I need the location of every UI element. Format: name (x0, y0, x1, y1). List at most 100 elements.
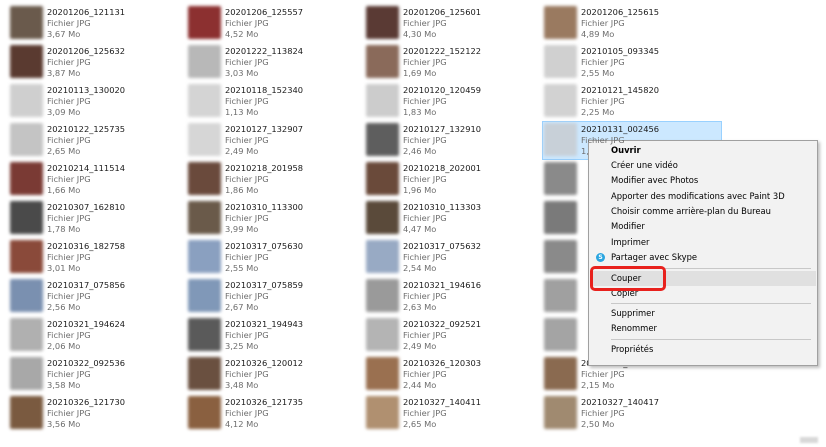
file-item[interactable]: 20210113_130020 Fichier JPG 3,09 Mo (8, 82, 186, 121)
file-item[interactable]: 20210326_120303 Fichier JPG 2,44 Mo (364, 355, 542, 394)
file-info: 20201206_125632 Fichier JPG 3,87 Mo (47, 46, 125, 79)
file-item[interactable]: 20210326_121730 Fichier JPG 3,56 Mo (8, 394, 186, 433)
file-type: Fichier JPG (225, 135, 269, 145)
file-item[interactable]: 20201206_125557 Fichier JPG 4,52 Mo (186, 4, 364, 43)
file-item[interactable]: 20210327_140411 Fichier JPG 2,65 Mo (364, 394, 542, 433)
file-item[interactable]: 20210218_201958 Fichier JPG 1,86 Mo (186, 160, 364, 199)
file-item[interactable]: 20210317_075632 Fichier JPG 2,54 Mo (364, 238, 542, 277)
file-name: 20210317_075859 (225, 280, 304, 290)
file-item[interactable]: 20210322_092536 Fichier JPG 3,58 Mo (8, 355, 186, 394)
file-size: 2,44 Mo (403, 380, 437, 390)
file-item[interactable]: 20201206_125632 Fichier JPG 3,87 Mo (8, 43, 186, 82)
file-item[interactable]: 20201206_121131 Fichier JPG 3,67 Mo (8, 4, 186, 43)
thumbnail-image (366, 123, 399, 156)
file-name: 20210310_113303 (403, 202, 482, 212)
file-item[interactable]: 20201222_152122 Fichier JPG 1,69 Mo (364, 43, 542, 82)
file-info: 20210317_075856 Fichier JPG 2,56 Mo (47, 280, 125, 313)
file-item[interactable]: 20210214_111514 Fichier JPG 1,66 Mo (8, 160, 186, 199)
file-item[interactable]: 20210127_132910 Fichier JPG 2,46 Mo (364, 121, 542, 160)
menu-item-share-skype[interactable]: S Partager avec Skype (590, 250, 816, 265)
file-name: 20210322_092521 (403, 319, 482, 329)
file-type: Fichier JPG (47, 96, 91, 106)
file-name: 20210127_132907 (225, 124, 304, 134)
file-name: 20210321_194624 (47, 319, 126, 329)
file-name: 20201206_125615 (581, 7, 660, 17)
thumbnail-image (544, 84, 577, 117)
file-type: Fichier JPG (47, 330, 91, 340)
thumbnail-image (188, 357, 221, 390)
file-item[interactable]: 20201222_113824 Fichier JPG 3,03 Mo (186, 43, 364, 82)
file-name: 20210322_092536 (47, 358, 126, 368)
file-item[interactable]: 20210326_120012 Fichier JPG 3,48 Mo (186, 355, 364, 394)
file-item[interactable]: 20210310_113300 Fichier JPG 3,99 Mo (186, 199, 364, 238)
file-name: 20210317_075856 (47, 280, 126, 290)
file-size: 4,12 Mo (225, 419, 259, 429)
thumbnail-image (366, 357, 399, 390)
file-item[interactable]: 20201206_125601 Fichier JPG 4,30 Mo (364, 4, 542, 43)
thumbnail-image (366, 396, 399, 429)
file-item[interactable]: 20210122_125735 Fichier JPG 2,65 Mo (8, 121, 186, 160)
file-name: 20201222_152122 (403, 46, 482, 56)
file-item[interactable]: 20210317_075859 Fichier JPG 2,67 Mo (186, 277, 364, 316)
menu-item-create-video[interactable]: Créer une vidéo (590, 158, 816, 173)
file-type: Fichier JPG (47, 291, 91, 301)
file-info: 20210326_121735 Fichier JPG 4,12 Mo (225, 397, 303, 430)
file-item[interactable]: 20210317_075630 Fichier JPG 2,55 Mo (186, 238, 364, 277)
file-info: 20210326_121730 Fichier JPG 3,56 Mo (47, 397, 125, 430)
file-name: 20210113_130020 (47, 85, 126, 95)
file-item[interactable]: 20210118_152340 Fichier JPG 1,13 Mo (186, 82, 364, 121)
file-info: 20210316_182758 Fichier JPG 3,01 Mo (47, 241, 125, 274)
file-name: 20201222_113824 (225, 46, 304, 56)
file-info: 20210327_140417 Fichier JPG 2,50 Mo (581, 397, 659, 430)
context-menu: Ouvrir Créer une vidéo Modifier avec Pho… (588, 140, 818, 366)
file-item[interactable]: 20210326_121735 Fichier JPG 4,12 Mo (186, 394, 364, 433)
file-size: 1,78 Mo (47, 224, 81, 234)
file-item[interactable]: 20210120_120459 Fichier JPG 1,83 Mo (364, 82, 542, 121)
file-item[interactable]: 20210105_093345 Fichier JPG 2,55 Mo (542, 43, 720, 82)
file-item[interactable]: 20210316_182758 Fichier JPG 3,01 Mo (8, 238, 186, 277)
file-item[interactable]: 20210321_194624 Fichier JPG 2,06 Mo (8, 316, 186, 355)
menu-item-delete[interactable]: Supprimer (590, 306, 816, 321)
file-item[interactable]: 20210317_075856 Fichier JPG 2,56 Mo (8, 277, 186, 316)
file-item[interactable]: 20210218_202001 Fichier JPG 1,96 Mo (364, 160, 542, 199)
file-item[interactable]: 20201206_125615 Fichier JPG 4,89 Mo (542, 4, 720, 43)
thumbnail-image (366, 240, 399, 273)
file-item[interactable]: 20210310_113303 Fichier JPG 4,47 Mo (364, 199, 542, 238)
file-type: Fichier JPG (225, 252, 269, 262)
menu-item-rename[interactable]: Renommer (590, 321, 816, 336)
file-type: Fichier JPG (225, 369, 269, 379)
menu-item-properties[interactable]: Propriétés (590, 342, 816, 357)
file-item[interactable]: 20210322_092521 Fichier JPG 2,49 Mo (364, 316, 542, 355)
file-type: Fichier JPG (581, 408, 625, 418)
file-info: 20201206_121131 Fichier JPG 3,67 Mo (47, 7, 125, 40)
file-item[interactable]: 20210327_140417 Fichier JPG 2,50 Mo (542, 394, 720, 433)
file-item[interactable]: 20210321_194943 Fichier JPG 3,25 Mo (186, 316, 364, 355)
menu-item-set-background[interactable]: Choisir comme arrière-plan du Bureau (590, 204, 816, 219)
file-size: 4,47 Mo (403, 224, 437, 234)
file-item[interactable]: 20210307_162810 Fichier JPG 1,78 Mo (8, 199, 186, 238)
file-size: 1, (581, 146, 589, 156)
file-type: Fichier JPG (403, 330, 447, 340)
file-name: 20210121_145820 (581, 85, 660, 95)
file-size: 3,25 Mo (225, 341, 259, 351)
thumbnail-image (10, 123, 43, 156)
thumbnail-image (544, 162, 577, 195)
file-info: 20210317_075630 Fichier JPG 2,55 Mo (225, 241, 303, 274)
file-item[interactable]: 20210127_132907 Fichier JPG 2,49 Mo (186, 121, 364, 160)
file-size: 3,67 Mo (47, 29, 81, 39)
menu-item-edit-photos[interactable]: Modifier avec Photos (590, 173, 816, 188)
file-info: 20210322_092521 Fichier JPG 2,49 Mo (403, 319, 481, 352)
file-name: 20210120_120459 (403, 85, 482, 95)
menu-separator (611, 339, 811, 340)
file-info: 20201206_125601 Fichier JPG 4,30 Mo (403, 7, 481, 40)
menu-item-paint3d[interactable]: Apporter des modifications avec Paint 3D (590, 189, 816, 204)
file-item[interactable]: 20210121_145820 Fichier JPG 2,25 Mo (542, 82, 720, 121)
menu-item-edit[interactable]: Modifier (590, 219, 816, 234)
menu-item-print[interactable]: Imprimer (590, 235, 816, 250)
skype-icon: S (596, 253, 605, 262)
file-item[interactable]: 20210321_194616 Fichier JPG 2,63 Mo (364, 277, 542, 316)
file-type: Fichier JPG (403, 213, 447, 223)
watermark (800, 437, 818, 443)
file-size: 2,56 Mo (47, 302, 81, 312)
file-name: 20210122_125735 (47, 124, 126, 134)
